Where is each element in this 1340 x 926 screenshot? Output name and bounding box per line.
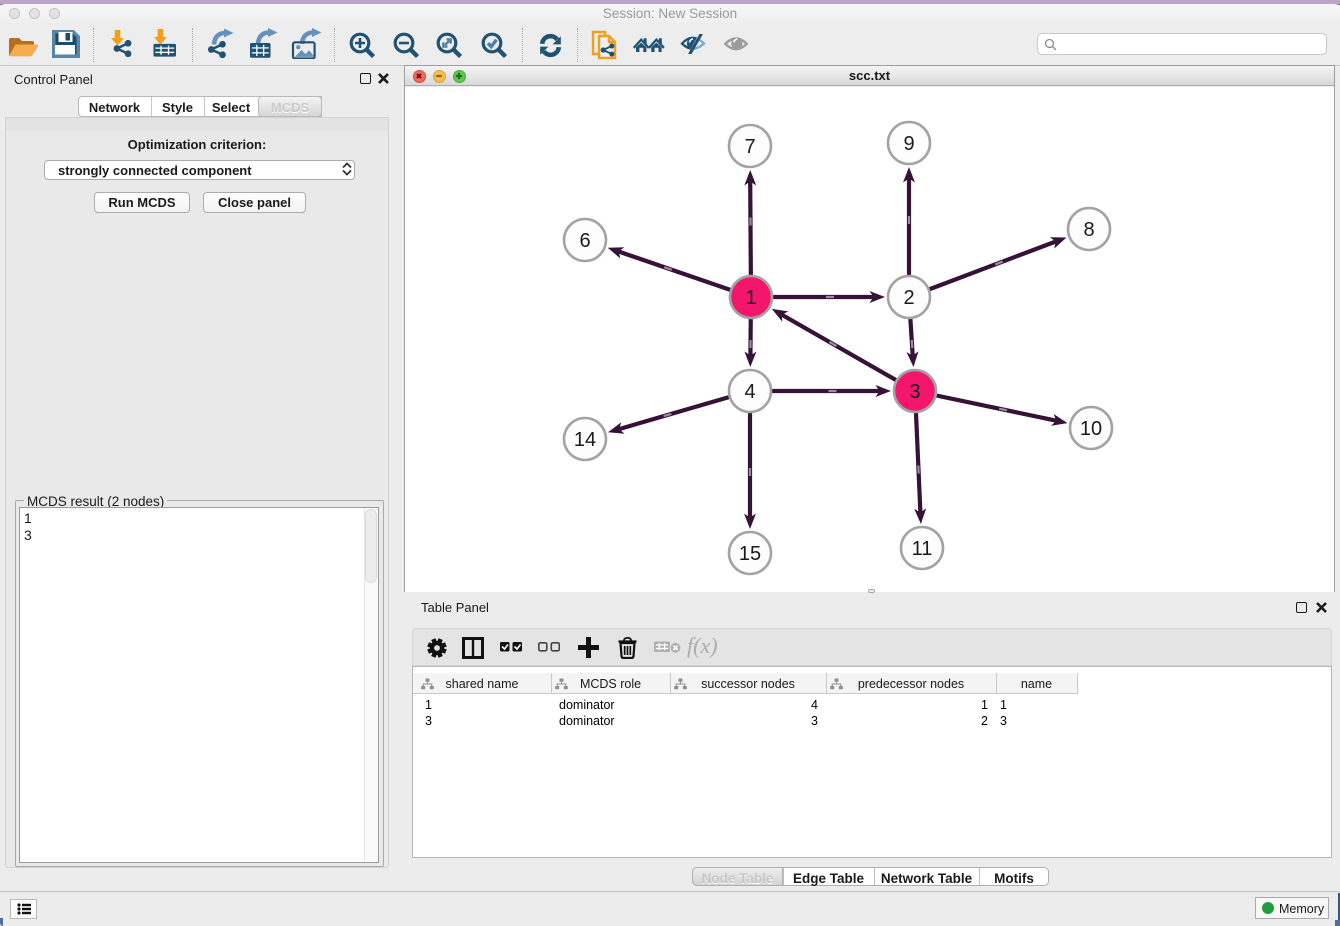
svg-text:8: 8 [1083,219,1094,241]
svg-text:6: 6 [579,230,590,252]
svg-text:2: 2 [903,287,914,309]
svg-text:10: 10 [1080,418,1102,440]
svg-text:1: 1 [745,287,756,309]
svg-text:15: 15 [739,543,761,565]
svg-text:3: 3 [909,381,920,403]
svg-text:4: 4 [744,381,755,403]
svg-text:11: 11 [912,538,933,560]
svg-text:9: 9 [903,133,914,155]
svg-text:14: 14 [574,429,596,451]
svg-text:7: 7 [744,136,755,158]
